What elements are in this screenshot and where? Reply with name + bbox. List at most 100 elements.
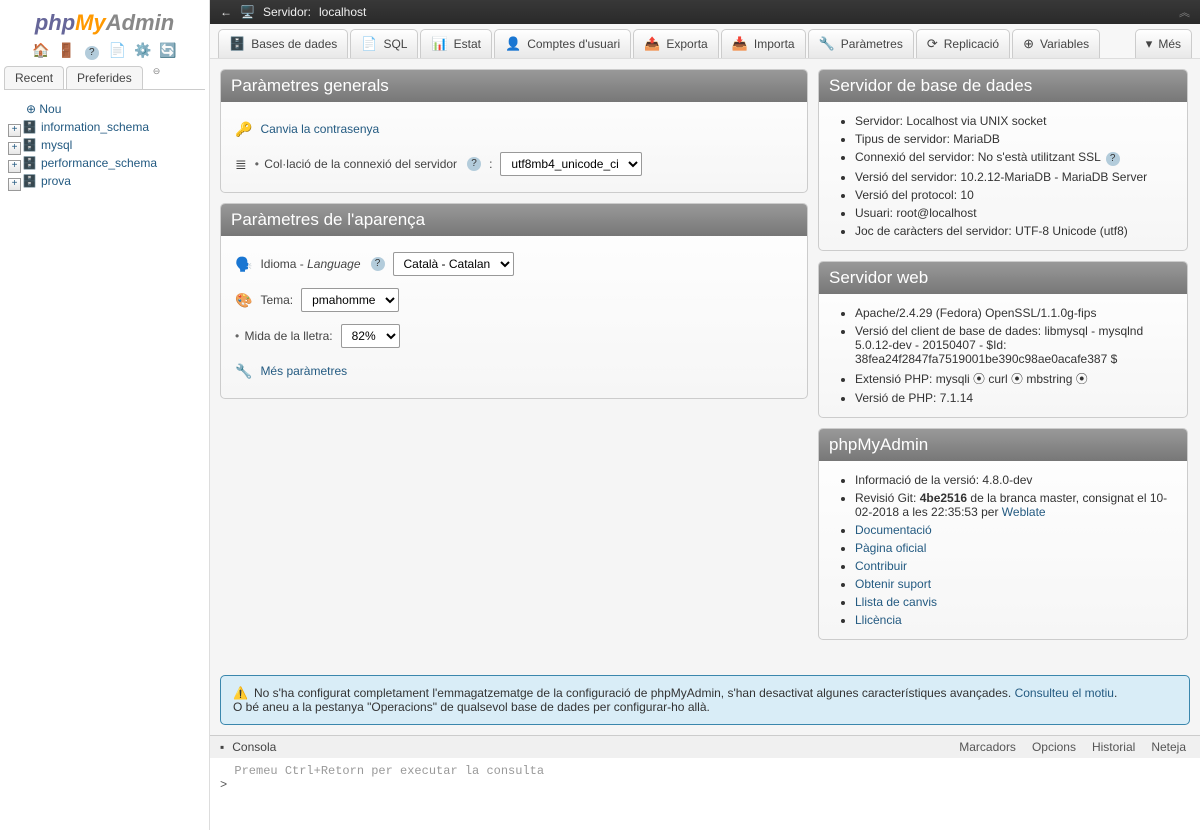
support-link[interactable]: Obtenir suport xyxy=(855,577,931,591)
warning-icon: ⚠️ xyxy=(233,686,248,700)
panel-phpmyadmin: phpMyAdmin Informació de la versió: 4.8.… xyxy=(818,428,1188,640)
info-item: Extensió PHP: mysqli ⦿ curl ⦿ mbstring ⦿ xyxy=(855,368,1173,389)
console-history[interactable]: Historial xyxy=(1088,740,1139,754)
tab-export[interactable]: 📤Exporta xyxy=(633,29,719,58)
info-item: Versió del protocol: 10 xyxy=(855,186,1173,204)
collation-label: Col·lació de la connexió del servidor xyxy=(255,157,457,171)
export-icon: 📤 xyxy=(644,36,660,52)
info-item: Revisió Git: 4be2516 de la branca master… xyxy=(855,489,1173,521)
docs-icon[interactable]: ? xyxy=(83,42,101,58)
database-icon: 🗄️ xyxy=(229,36,245,52)
tab-status[interactable]: 📊Estat xyxy=(420,29,492,58)
help-icon[interactable]: ? xyxy=(371,257,385,271)
info-item: Versió del servidor: 10.2.12-MariaDB - M… xyxy=(855,168,1173,186)
db-item[interactable]: 🗄️prova xyxy=(8,172,205,190)
tab-import[interactable]: 📥Importa xyxy=(721,29,806,58)
tab-replication[interactable]: ⟳Replicació xyxy=(916,29,1010,58)
db-item[interactable]: 🗄️mysql xyxy=(8,136,205,154)
home-icon[interactable]: 🏠 xyxy=(32,42,49,58)
server-icon: 🖥️ xyxy=(240,5,255,19)
tab-favorites[interactable]: Preferides xyxy=(66,66,143,89)
server-name[interactable]: localhost xyxy=(319,5,366,19)
breadcrumb-bar: ← 🖥️ Servidor: localhost ︽ xyxy=(210,0,1200,24)
users-icon: 👤 xyxy=(505,36,521,52)
panel-title: phpMyAdmin xyxy=(819,429,1187,461)
tab-recent[interactable]: Recent xyxy=(4,66,64,89)
language-label: Idioma - xyxy=(260,257,307,271)
docs-link[interactable]: Documentació xyxy=(855,523,932,537)
info-item: Tipus de servidor: MariaDB xyxy=(855,130,1173,148)
info-item: Informació de la versió: 4.8.0-dev xyxy=(855,471,1173,489)
new-database-link[interactable]: ⊕ Nou xyxy=(8,100,205,118)
theme-label: Tema: xyxy=(260,293,293,307)
language-select[interactable]: Català - Catalan xyxy=(393,252,514,276)
info-item: Servidor: Localhost via UNIX socket xyxy=(855,112,1173,130)
language-label-en: Language xyxy=(307,257,360,271)
console-icon[interactable]: ▪ xyxy=(220,740,224,754)
logo[interactable]: phpMyAdmin xyxy=(4,6,205,42)
fontsize-select[interactable]: 82% xyxy=(341,324,400,348)
change-password-link[interactable]: Canvia la contrasenya xyxy=(260,118,379,140)
refresh-icon[interactable]: 🔄 xyxy=(159,42,176,58)
help-icon[interactable]: ? xyxy=(467,157,481,171)
content-area: ← 🖥️ Servidor: localhost ︽ 🗄️Bases de da… xyxy=(210,0,1200,830)
panel-appearance-settings: Paràmetres de l'aparença 🗣️ Idioma - Lan… xyxy=(220,203,808,399)
info-item: Versió del client de base de dades: libm… xyxy=(855,322,1173,368)
panel-title: Paràmetres generals xyxy=(221,70,807,102)
server-label: Servidor: xyxy=(263,5,311,19)
tab-settings[interactable]: 🔧Paràmetres xyxy=(808,29,914,58)
wrench-icon: 🔧 xyxy=(235,363,252,380)
tab-more[interactable]: ▾Més xyxy=(1135,29,1192,58)
tab-users[interactable]: 👤Comptes d'usuari xyxy=(494,29,631,58)
info-item: Versió de PHP: 7.1.14 xyxy=(855,389,1173,407)
help-icon[interactable]: ? xyxy=(1106,152,1120,166)
top-tabs: 🗄️Bases de dades 📄SQL 📊Estat 👤Comptes d'… xyxy=(210,24,1200,59)
tab-databases[interactable]: 🗄️Bases de dades xyxy=(218,29,348,58)
chevron-down-icon: ▾ xyxy=(1146,36,1153,52)
panel-title: Servidor web xyxy=(819,262,1187,294)
panel-web-server: Servidor web Apache/2.4.29 (Fedora) Open… xyxy=(818,261,1188,418)
db-item[interactable]: 🗄️performance_schema xyxy=(8,154,205,172)
console-label[interactable]: Consola xyxy=(232,740,276,754)
fontsize-label: Mida de la lletra: xyxy=(235,329,333,343)
info-item: Connexió del servidor: No s'està utilitz… xyxy=(855,148,1173,168)
official-page-link[interactable]: Pàgina oficial xyxy=(855,541,926,555)
collapse-icon[interactable]: ⊖ xyxy=(145,66,169,89)
collapse-top-icon[interactable]: ︽ xyxy=(1179,4,1190,20)
reload-icon[interactable]: ⚙️ xyxy=(134,42,151,58)
collation-select[interactable]: utf8mb4_unicode_ci xyxy=(500,152,642,176)
list-icon: ≣ xyxy=(235,156,247,173)
console-toolbar: ▪ Consola Marcadors Opcions Historial Ne… xyxy=(210,735,1200,758)
panel-title: Servidor de base de dades xyxy=(819,70,1187,102)
tab-variables[interactable]: ⊕Variables xyxy=(1012,29,1100,58)
info-item: Apache/2.4.29 (Fedora) OpenSSL/1.1.0g-fi… xyxy=(855,304,1173,322)
console-bookmarks[interactable]: Marcadors xyxy=(955,740,1020,754)
contribute-link[interactable]: Contribuir xyxy=(855,559,907,573)
db-item[interactable]: 🗄️information_schema xyxy=(8,118,205,136)
settings-icon[interactable]: 📄 xyxy=(109,42,126,58)
replication-icon: ⟳ xyxy=(927,36,938,52)
console-clear[interactable]: Neteja xyxy=(1147,740,1190,754)
reason-link[interactable]: Consulteu el motiu xyxy=(1015,686,1114,700)
git-author-link[interactable]: Weblate xyxy=(1002,505,1046,519)
info-item: Usuari: root@localhost xyxy=(855,204,1173,222)
config-storage-alert: ⚠️No s'ha configurat completament l'emma… xyxy=(220,675,1190,725)
logout-icon[interactable]: 🚪 xyxy=(58,42,75,58)
tab-sql[interactable]: 📄SQL xyxy=(350,29,418,58)
quick-links-toolbar: 🏠 🚪 ? 📄 ⚙️ 🔄 xyxy=(4,42,205,60)
sql-icon: 📄 xyxy=(361,36,377,52)
import-icon: 📥 xyxy=(732,36,748,52)
status-icon: 📊 xyxy=(431,36,447,52)
panel-title: Paràmetres de l'aparença xyxy=(221,204,807,236)
theme-select[interactable]: pmahomme xyxy=(301,288,399,312)
navigation-sidebar: phpMyAdmin 🏠 🚪 ? 📄 ⚙️ 🔄 Recent Preferide… xyxy=(0,0,210,830)
database-tree: ⊕ Nou 🗄️information_schema 🗄️mysql 🗄️per… xyxy=(4,96,205,190)
changelog-link[interactable]: Llista de canvis xyxy=(855,595,937,609)
license-link[interactable]: Llicència xyxy=(855,613,902,627)
key-icon: 🔑 xyxy=(235,121,252,138)
console-options[interactable]: Opcions xyxy=(1028,740,1080,754)
console-input[interactable]: Premeu Ctrl+Retorn per executar la consu… xyxy=(210,758,1200,830)
variables-icon: ⊕ xyxy=(1023,36,1034,52)
back-icon[interactable]: ← xyxy=(220,5,232,19)
more-settings-link[interactable]: Més paràmetres xyxy=(260,360,347,382)
